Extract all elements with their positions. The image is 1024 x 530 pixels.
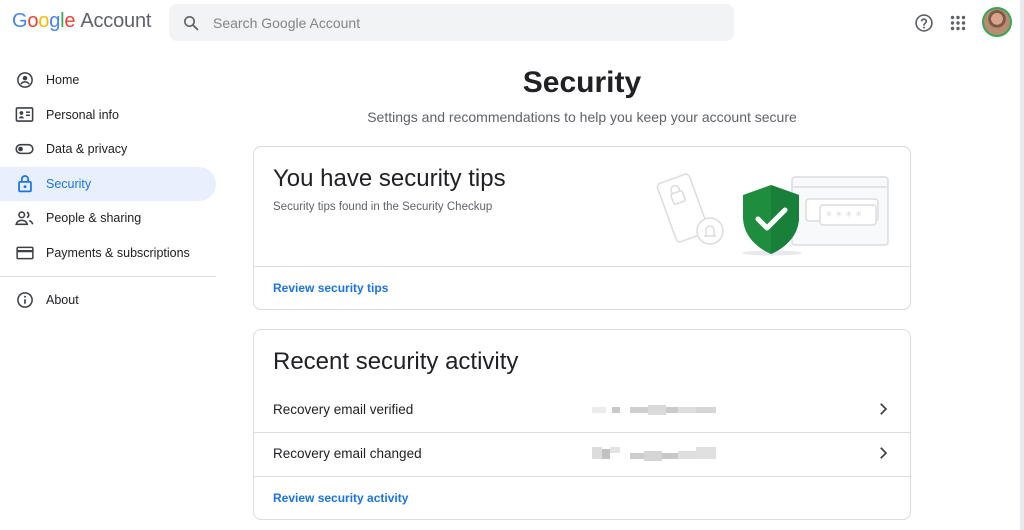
id-card-icon bbox=[15, 105, 34, 124]
search-icon[interactable] bbox=[169, 14, 213, 32]
sidebar: Home Personal info Data & privacy Securi… bbox=[0, 63, 216, 317]
lock-icon bbox=[15, 174, 34, 193]
top-bar: Google Account bbox=[0, 0, 1024, 46]
sidebar-item-payments[interactable]: Payments & subscriptions bbox=[0, 236, 216, 270]
svg-text:* * * *: * * * * bbox=[826, 209, 861, 223]
help-icon[interactable] bbox=[912, 11, 936, 35]
sidebar-item-about[interactable]: About bbox=[0, 283, 216, 317]
redacted-details bbox=[592, 403, 717, 417]
info-icon bbox=[15, 290, 34, 309]
people-icon bbox=[15, 209, 34, 228]
review-security-activity-link[interactable]: Review security activity bbox=[273, 491, 408, 505]
activity-label: Recovery email verified bbox=[273, 402, 414, 417]
sidebar-item-data-privacy[interactable]: Data & privacy bbox=[0, 132, 216, 166]
security-tips-card: You have security tips Security tips fou… bbox=[253, 146, 911, 310]
card-title: You have security tips bbox=[273, 165, 506, 192]
account-label: Account bbox=[80, 10, 152, 32]
sidebar-item-label: Home bbox=[46, 73, 80, 87]
card-divider bbox=[254, 476, 910, 477]
sidebar-item-security[interactable]: Security bbox=[0, 166, 216, 201]
card-divider bbox=[254, 266, 910, 267]
sidebar-item-label: Personal info bbox=[46, 107, 119, 122]
activity-label: Recovery email changed bbox=[273, 446, 422, 461]
sidebar-item-label: About bbox=[46, 292, 79, 307]
sidebar-item-people-sharing[interactable]: People & sharing bbox=[0, 201, 216, 235]
sidebar-item-label: Payments & subscriptions bbox=[46, 245, 190, 260]
recent-security-activity-card: Recent security activity Recovery email … bbox=[253, 329, 911, 520]
security-shield-illustration: * * * * bbox=[656, 173, 889, 256]
toggle-icon bbox=[15, 140, 34, 159]
page-subtitle: Settings and recommendations to help you… bbox=[367, 109, 797, 125]
scrollbar[interactable] bbox=[1020, 0, 1024, 530]
avatar[interactable] bbox=[982, 7, 1012, 37]
activity-row-recovery-verified[interactable]: Recovery email verified bbox=[254, 388, 910, 432]
sidebar-item-personal-info[interactable]: Personal info bbox=[0, 98, 216, 132]
chevron-right-icon bbox=[880, 447, 888, 459]
review-security-tips-link[interactable]: Review security tips bbox=[273, 281, 388, 295]
sidebar-item-label: People & sharing bbox=[46, 211, 142, 225]
sidebar-item-label: Data & privacy bbox=[46, 142, 128, 156]
google-account-logo[interactable]: Google Account bbox=[12, 10, 151, 33]
chevron-right-icon bbox=[880, 403, 888, 415]
sidebar-item-home[interactable]: Home bbox=[0, 63, 216, 97]
card-title: Recent security activity bbox=[273, 348, 519, 375]
search-bar[interactable] bbox=[169, 4, 734, 41]
sidebar-divider bbox=[0, 275, 216, 277]
card-description: Security tips found in the Security Chec… bbox=[273, 201, 493, 213]
credit-card-icon bbox=[15, 243, 34, 262]
redacted-details bbox=[592, 447, 717, 461]
search-input[interactable] bbox=[213, 14, 693, 31]
activity-row-recovery-changed[interactable]: Recovery email changed bbox=[254, 432, 910, 476]
apps-grid-icon[interactable] bbox=[946, 11, 970, 35]
sidebar-item-label: Security bbox=[46, 176, 92, 191]
home-account-icon bbox=[15, 71, 34, 90]
page-title: Security bbox=[522, 66, 642, 99]
